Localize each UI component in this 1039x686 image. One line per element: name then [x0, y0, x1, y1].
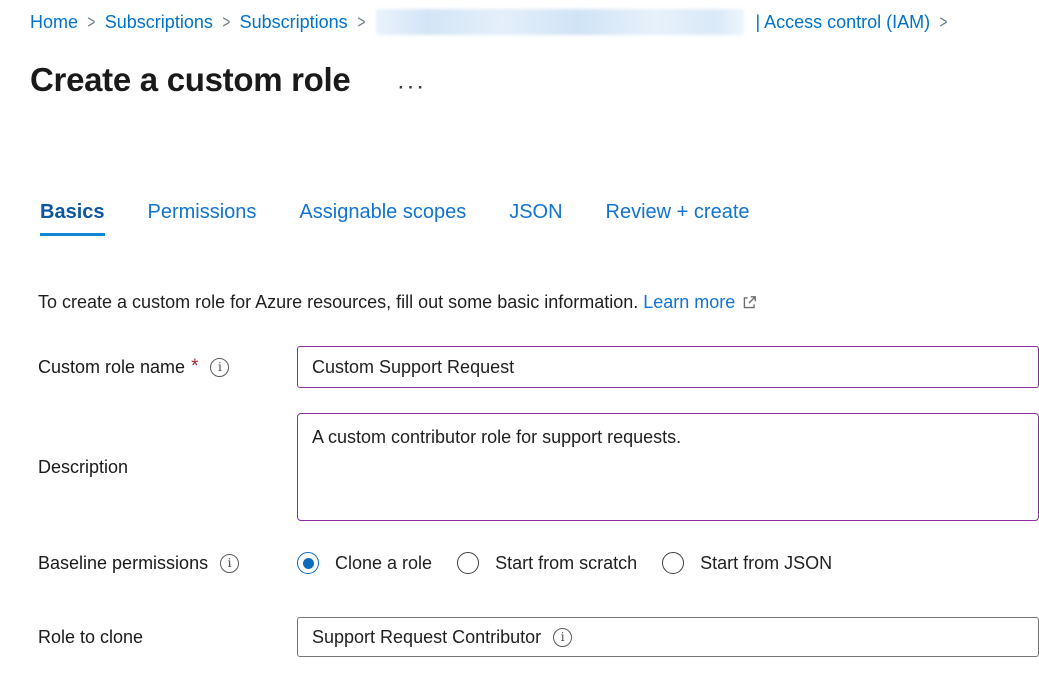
intro-text: To create a custom role for Azure resour… [38, 292, 638, 313]
breadcrumb: Home > Subscriptions > Subscriptions > |… [30, 9, 1039, 35]
chevron-right-icon: > [222, 12, 230, 33]
tab-basics[interactable]: Basics [40, 201, 105, 236]
baseline-permissions-radio-group: Clone a role Start from scratch Start fr… [297, 552, 832, 574]
description-label-group: Description [38, 457, 297, 478]
more-options-button[interactable]: ··· [396, 83, 429, 101]
role-to-clone-label-group: Role to clone [38, 627, 297, 648]
radio-start-from-scratch-label: Start from scratch [495, 553, 637, 574]
chevron-right-icon: > [940, 12, 948, 33]
radio-button-icon [297, 552, 319, 574]
description-textarea[interactable]: A custom contributor role for support re… [297, 413, 1039, 521]
description-label: Description [38, 457, 128, 478]
custom-role-name-label: Custom role name [38, 357, 185, 378]
radio-start-from-scratch[interactable]: Start from scratch [457, 552, 637, 574]
tab-assignable-scopes[interactable]: Assignable scopes [299, 201, 466, 236]
custom-role-name-row: Custom role name * i [38, 346, 1039, 388]
breadcrumb-home[interactable]: Home [30, 12, 78, 33]
breadcrumb-access-control-iam[interactable]: | Access control (IAM) [755, 12, 930, 33]
tab-bar: Basics Permissions Assignable scopes JSO… [40, 201, 1039, 236]
role-to-clone-value: Support Request Contributor [312, 627, 541, 648]
redacted-subscription-name [376, 9, 744, 35]
role-to-clone-label: Role to clone [38, 627, 143, 648]
custom-role-name-input[interactable] [297, 346, 1039, 388]
baseline-permissions-row: Baseline permissions i Clone a role Star… [38, 552, 1039, 574]
tab-permissions[interactable]: Permissions [148, 201, 257, 236]
info-icon[interactable]: i [553, 628, 572, 647]
baseline-permissions-label-group: Baseline permissions i [38, 553, 297, 574]
info-icon[interactable]: i [220, 554, 239, 573]
page-title: Create a custom role [30, 59, 350, 101]
external-link-icon [741, 294, 758, 311]
info-icon[interactable]: i [210, 358, 229, 377]
role-to-clone-field[interactable]: Support Request Contributor i [297, 617, 1039, 657]
baseline-permissions-label: Baseline permissions [38, 553, 208, 574]
breadcrumb-subscriptions-1[interactable]: Subscriptions [105, 12, 213, 33]
custom-role-name-label-group: Custom role name * i [38, 356, 297, 378]
breadcrumb-subscriptions-2[interactable]: Subscriptions [240, 12, 348, 33]
radio-button-icon [662, 552, 684, 574]
tab-review-create[interactable]: Review + create [606, 201, 750, 236]
title-row: Create a custom role ··· [30, 59, 1039, 101]
tab-json[interactable]: JSON [509, 201, 562, 236]
required-asterisk: * [191, 356, 198, 378]
description-row: Description A custom contributor role fo… [38, 413, 1039, 521]
radio-start-from-json[interactable]: Start from JSON [662, 552, 832, 574]
learn-more-link[interactable]: Learn more [643, 292, 735, 313]
chevron-right-icon: > [87, 12, 95, 33]
radio-button-icon [457, 552, 479, 574]
radio-clone-a-role[interactable]: Clone a role [297, 552, 432, 574]
create-custom-role-page: Home > Subscriptions > Subscriptions > |… [0, 0, 1039, 686]
intro-paragraph: To create a custom role for Azure resour… [38, 292, 1039, 313]
role-to-clone-row: Role to clone Support Request Contributo… [38, 617, 1039, 657]
radio-clone-a-role-label: Clone a role [335, 553, 432, 574]
radio-start-from-json-label: Start from JSON [700, 553, 832, 574]
chevron-right-icon: > [357, 12, 365, 33]
